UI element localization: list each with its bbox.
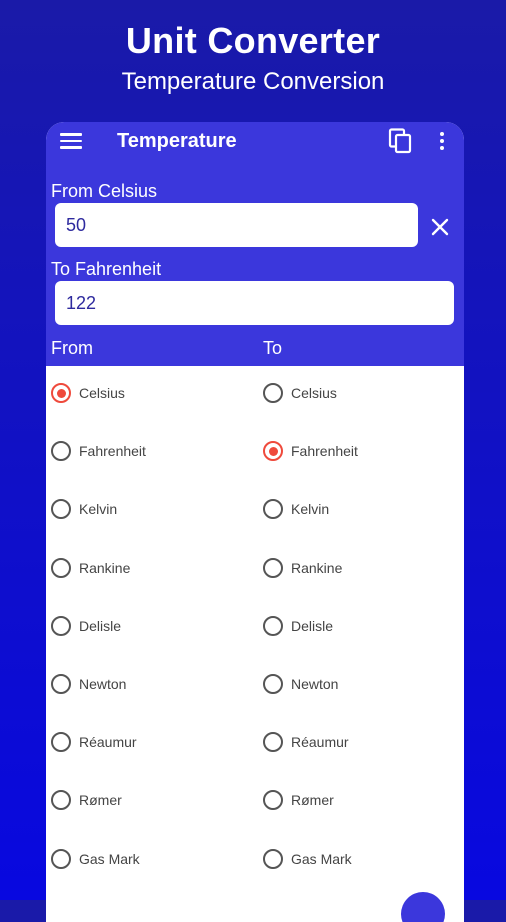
to-option-label: Rømer	[291, 792, 334, 809]
to-option-gas-mark[interactable]: Gas Mark	[263, 848, 352, 870]
to-radio-button[interactable]	[263, 557, 283, 578]
phone-screen: Temperature From Celsius 50 To Fahrenhei…	[46, 122, 464, 922]
to-option-label: Réaumur	[291, 734, 349, 751]
unit-row: Delisle Delisle	[46, 615, 464, 673]
to-option-newton[interactable]: Newton	[263, 673, 338, 695]
to-option-label: Gas Mark	[291, 850, 352, 867]
app-title: Temperature	[117, 130, 237, 152]
more-vert-icon[interactable]	[439, 132, 445, 152]
from-radio-button[interactable]	[51, 499, 71, 520]
from-option-newton[interactable]: Newton	[51, 673, 126, 695]
to-radio-button[interactable]	[263, 732, 283, 753]
from-value-input[interactable]: 50	[55, 203, 418, 247]
to-value-output[interactable]: 122	[55, 281, 454, 325]
from-field-label: From Celsius	[51, 181, 158, 201]
copy-icon[interactable]	[388, 128, 412, 154]
from-option-label: Fahrenheit	[79, 443, 146, 460]
from-option-label: Delisle	[79, 617, 122, 634]
from-radio-button[interactable]	[51, 557, 71, 578]
from-option-rankine[interactable]: Rankine	[51, 557, 130, 579]
from-radio-button[interactable]	[51, 848, 71, 869]
to-option-delisle[interactable]: Delisle	[263, 615, 333, 637]
to-option-label: Celsius	[291, 385, 337, 401]
to-radio-button[interactable]	[263, 441, 283, 462]
from-radio-button[interactable]	[51, 441, 71, 462]
to-radio-button[interactable]	[263, 674, 283, 694]
unit-row: Fahrenheit Fahrenheit	[46, 440, 464, 498]
app-bar: Temperature	[46, 122, 464, 162]
hero-subtitle: Temperature Conversion	[121, 68, 385, 95]
menu-icon[interactable]	[60, 133, 82, 149]
converter-header: Temperature From Celsius 50 To Fahrenhei…	[46, 122, 464, 366]
from-option-label: Kelvin	[79, 501, 118, 518]
to-option-celsius[interactable]: Celsius	[263, 382, 337, 404]
unit-row: Newton Newton	[46, 673, 464, 731]
from-option-delisle[interactable]: Delisle	[51, 615, 121, 637]
from-radio-button[interactable]	[51, 674, 71, 694]
from-option-label: Réaumur	[79, 734, 137, 751]
to-option-rankine[interactable]: Rankine	[263, 557, 342, 579]
unit-row: Réaumur Réaumur	[46, 731, 464, 789]
from-option-label: Rømer	[79, 792, 122, 809]
to-option-label: Kelvin	[291, 501, 330, 518]
unit-row: Gas Mark Gas Mark	[46, 848, 464, 906]
to-option-r-mer[interactable]: Rømer	[263, 789, 334, 811]
to-radio-button[interactable]	[263, 615, 283, 636]
to-option-label: Newton	[291, 676, 339, 692]
unit-row: Kelvin Kelvin	[46, 498, 464, 556]
unit-row: Rankine Rankine	[46, 557, 464, 615]
close-icon[interactable]	[429, 216, 451, 238]
from-option-r-mer[interactable]: Rømer	[51, 789, 122, 811]
unit-row: Celsius Celsius	[46, 382, 464, 440]
from-option-kelvin[interactable]: Kelvin	[51, 498, 117, 520]
to-radio-button[interactable]	[263, 848, 283, 869]
from-option-gas-mark[interactable]: Gas Mark	[51, 848, 140, 870]
to-radio-button[interactable]	[263, 790, 283, 811]
to-option-kelvin[interactable]: Kelvin	[263, 498, 329, 520]
from-column-header: From	[51, 338, 93, 358]
to-option-label: Rankine	[291, 559, 343, 576]
from-option-label: Rankine	[79, 559, 131, 576]
to-field-label: To Fahrenheit	[51, 259, 162, 279]
from-radio-button[interactable]	[51, 615, 71, 636]
from-radio-button[interactable]	[51, 732, 71, 753]
to-option-fahrenheit[interactable]: Fahrenheit	[263, 440, 358, 462]
from-radio-button[interactable]	[51, 790, 71, 811]
from-option-fahrenheit[interactable]: Fahrenheit	[51, 440, 146, 462]
to-option-label: Delisle	[291, 617, 334, 634]
hero-title: Unit Converter	[125, 20, 381, 61]
to-radio-button[interactable]	[263, 383, 283, 403]
to-radio-button[interactable]	[263, 499, 283, 520]
unit-row: Rømer Rømer	[46, 789, 464, 847]
from-option-label: Gas Mark	[79, 850, 140, 867]
from-option-label: Celsius	[79, 385, 125, 401]
from-option-label: Newton	[79, 676, 127, 692]
from-option-r-aumur[interactable]: Réaumur	[51, 731, 137, 753]
from-option-celsius[interactable]: Celsius	[51, 382, 125, 404]
to-option-r-aumur[interactable]: Réaumur	[263, 731, 349, 753]
to-column-header: To	[263, 338, 283, 358]
to-option-label: Fahrenheit	[291, 443, 358, 460]
from-radio-button[interactable]	[51, 383, 71, 403]
